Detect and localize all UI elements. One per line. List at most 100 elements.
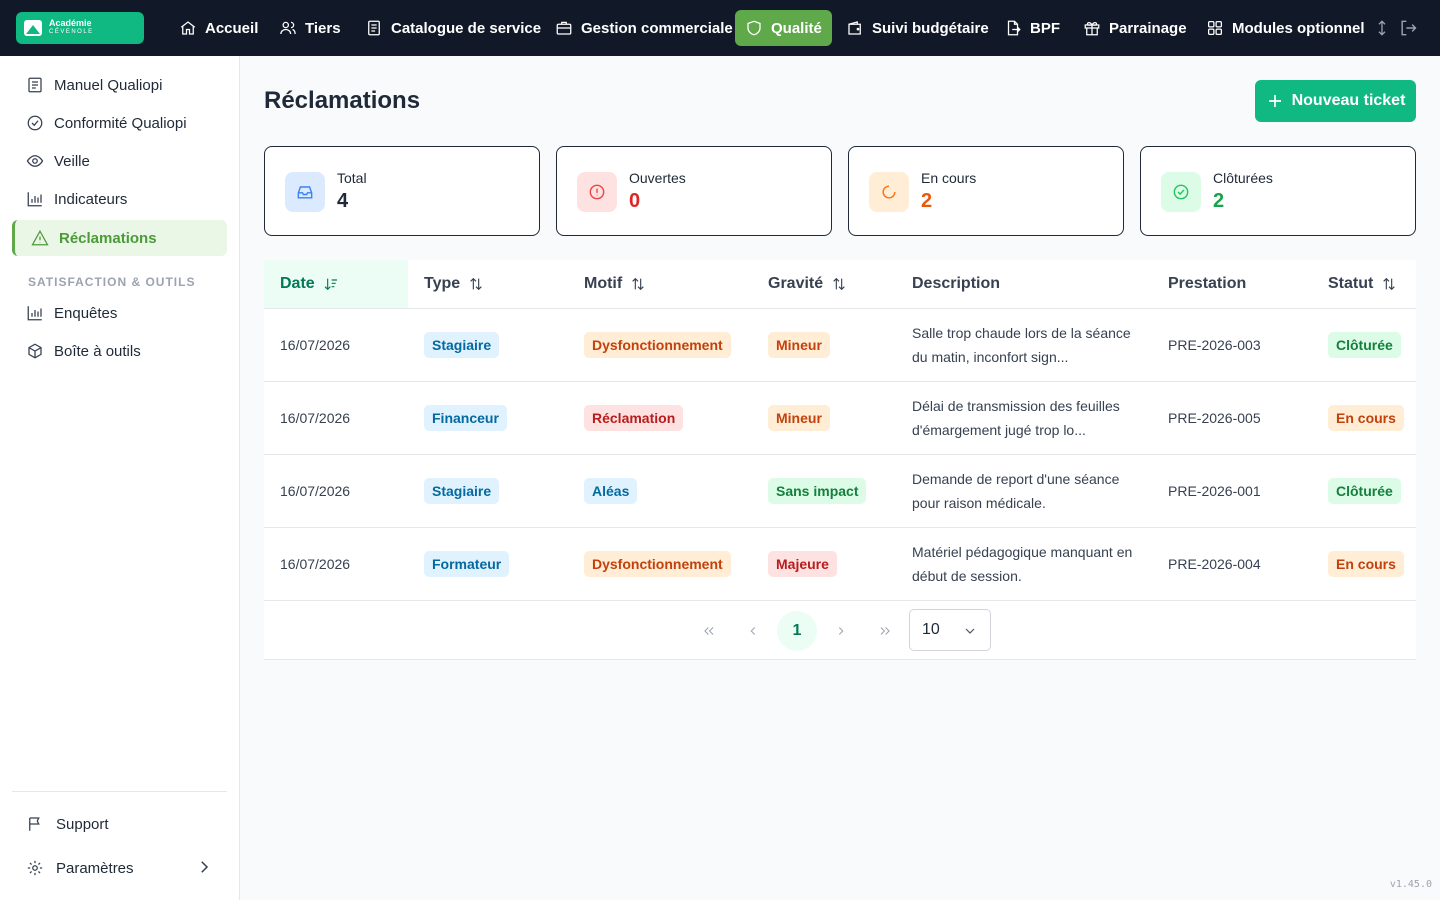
nav-item-tiers[interactable]: Tiers xyxy=(269,10,351,46)
page-number-button[interactable]: 1 xyxy=(777,611,817,651)
type-badge: Stagiaire xyxy=(424,478,500,504)
sidebar-section-title: SATISFACTION & OUTILS xyxy=(28,275,196,289)
new-ticket-button[interactable]: Nouveau ticket xyxy=(1255,80,1416,122)
reclamations-table: Date Type Motif Gravité Description Pres… xyxy=(264,260,1416,660)
motif-badge: Aléas xyxy=(584,478,638,504)
cell-description: Matériel pédagogique manquant en début d… xyxy=(912,544,1133,584)
settings-label: Paramètres xyxy=(56,859,134,877)
status-badge: Clôturée xyxy=(1328,478,1401,504)
cell-prestation: PRE-2026-003 xyxy=(1168,337,1261,353)
type-badge: Financeur xyxy=(424,405,507,431)
first-page-button[interactable] xyxy=(689,611,729,651)
sort-icon xyxy=(632,277,644,291)
stat-label: Ouvertes xyxy=(629,170,686,186)
sidebar-item-label: Veille xyxy=(54,152,90,170)
last-page-button[interactable] xyxy=(865,611,905,651)
type-badge: Stagiaire xyxy=(424,332,500,358)
stat-label: En cours xyxy=(921,170,977,186)
nav-item-modules[interactable]: Modules optionnel xyxy=(1196,10,1401,46)
nav-item-accueil[interactable]: Accueil xyxy=(169,10,268,46)
motif-badge: Réclamation xyxy=(584,405,684,431)
status-badge: En cours xyxy=(1328,551,1404,577)
nav-item-gestion-commerciale[interactable]: Gestion commerciale xyxy=(545,10,743,46)
page-size-select[interactable]: 10 xyxy=(909,609,991,651)
nav-item-suivi-budgetaire[interactable]: Suivi budgétaire xyxy=(836,10,999,46)
sidebar-item-reclamations[interactable]: Réclamations xyxy=(12,220,227,256)
brand-logo[interactable]: Académie CÉVENOLE xyxy=(16,12,144,44)
plus-icon xyxy=(1268,95,1281,107)
logout-icon xyxy=(1401,20,1417,36)
table-row[interactable]: 16/07/2026 Formateur Dysfonctionnement M… xyxy=(264,528,1416,601)
column-header-type[interactable]: Type xyxy=(424,260,484,308)
chevron-left-icon xyxy=(750,627,756,635)
sidebar-divider xyxy=(12,791,227,792)
motif-badge: Dysfonctionnement xyxy=(584,551,731,577)
sidebar-item-label: Enquêtes xyxy=(54,304,118,322)
home-icon xyxy=(180,21,196,35)
previous-page-button[interactable] xyxy=(733,611,773,651)
status-badge: Clôturée xyxy=(1328,332,1401,358)
stat-value: 2 xyxy=(921,190,933,212)
page-title: Réclamations xyxy=(264,87,421,114)
column-header-gravite[interactable]: Gravité xyxy=(768,260,847,308)
column-header-description: Description xyxy=(912,275,1001,292)
stat-value: 0 xyxy=(629,190,641,212)
motif-badge: Dysfonctionnement xyxy=(584,332,731,358)
nav-item-catalogue[interactable]: Catalogue de service xyxy=(355,10,551,46)
cell-date: 16/07/2026 xyxy=(280,556,351,572)
support-label: Support xyxy=(56,815,109,833)
bar-chart-icon xyxy=(27,192,42,207)
sidebar-item-boite-a-outils[interactable]: Boîte à outils xyxy=(12,333,227,369)
sidebar-item-manuel-qualiopi[interactable]: Manuel Qualiopi xyxy=(12,67,227,103)
nav-item-parrainage[interactable]: Parrainage xyxy=(1073,10,1197,46)
cell-date: 16/07/2026 xyxy=(280,337,351,353)
nav-item-qualite[interactable]: Qualité xyxy=(735,10,832,46)
new-ticket-label: Nouveau ticket xyxy=(1291,92,1406,109)
grid-icon xyxy=(1207,20,1223,36)
book-icon xyxy=(28,77,42,93)
sidebar-item-label: Réclamations xyxy=(59,229,157,247)
sidebar-item-indicateurs[interactable]: Indicateurs xyxy=(12,181,227,217)
column-header-motif[interactable]: Motif xyxy=(584,260,646,308)
cell-description: Délai de transmission des feuilles d'éma… xyxy=(912,398,1120,438)
top-navbar: Académie CÉVENOLE Accueil Tiers Catalogu… xyxy=(0,0,1440,56)
next-page-button[interactable] xyxy=(821,611,861,651)
gravite-badge: Sans impact xyxy=(768,478,867,504)
box-icon xyxy=(28,343,42,359)
loader-icon xyxy=(869,172,909,212)
document-icon xyxy=(368,20,380,36)
nav-item-bpf[interactable]: BPF xyxy=(994,10,1070,46)
nav-item-label: Gestion commerciale xyxy=(581,19,733,37)
sidebar-item-label: Manuel Qualiopi xyxy=(54,76,163,94)
wallet-icon xyxy=(848,21,861,35)
chevron-right-icon xyxy=(838,627,844,635)
eye-icon xyxy=(26,155,44,167)
stat-label: Total xyxy=(337,170,367,186)
settings-link[interactable]: Paramètres xyxy=(26,853,134,883)
cell-prestation: PRE-2026-001 xyxy=(1168,483,1261,499)
nav-item-label: Suivi budgétaire xyxy=(872,19,989,37)
chevrons-left-icon xyxy=(704,627,714,635)
support-link[interactable]: Support xyxy=(26,809,109,839)
logout-button[interactable] xyxy=(1398,18,1418,38)
sidebar-item-enquetes[interactable]: Enquêtes xyxy=(12,295,227,331)
chevron-right-icon[interactable] xyxy=(195,858,213,876)
stat-label: Clôturées xyxy=(1213,170,1273,186)
users-icon xyxy=(280,21,296,35)
column-header-statut[interactable]: Statut xyxy=(1328,260,1397,308)
table-row[interactable]: 16/07/2026 Stagiaire Dysfonctionnement M… xyxy=(264,309,1416,382)
brand-name-line2: CÉVENOLE xyxy=(49,29,94,35)
stat-value: 2 xyxy=(1213,190,1225,212)
cell-date: 16/07/2026 xyxy=(280,410,351,426)
cell-prestation: PRE-2026-005 xyxy=(1168,410,1261,426)
column-header-date[interactable]: Date xyxy=(264,260,408,308)
check-circle-icon xyxy=(1161,172,1201,212)
sidebar-item-veille[interactable]: Veille xyxy=(12,143,227,179)
sidebar: Manuel Qualiopi Conformité Qualiopi Veil… xyxy=(0,56,240,900)
table-row[interactable]: 16/07/2026 Stagiaire Aléas Sans impact D… xyxy=(264,455,1416,528)
cell-description: Salle trop chaude lors de la séance du m… xyxy=(912,325,1131,365)
sidebar-item-conformite-qualiopi[interactable]: Conformité Qualiopi xyxy=(12,105,227,141)
nav-item-label: BPF xyxy=(1030,19,1060,37)
table-row[interactable]: 16/07/2026 Financeur Réclamation Mineur … xyxy=(264,382,1416,455)
warning-icon xyxy=(31,229,49,246)
